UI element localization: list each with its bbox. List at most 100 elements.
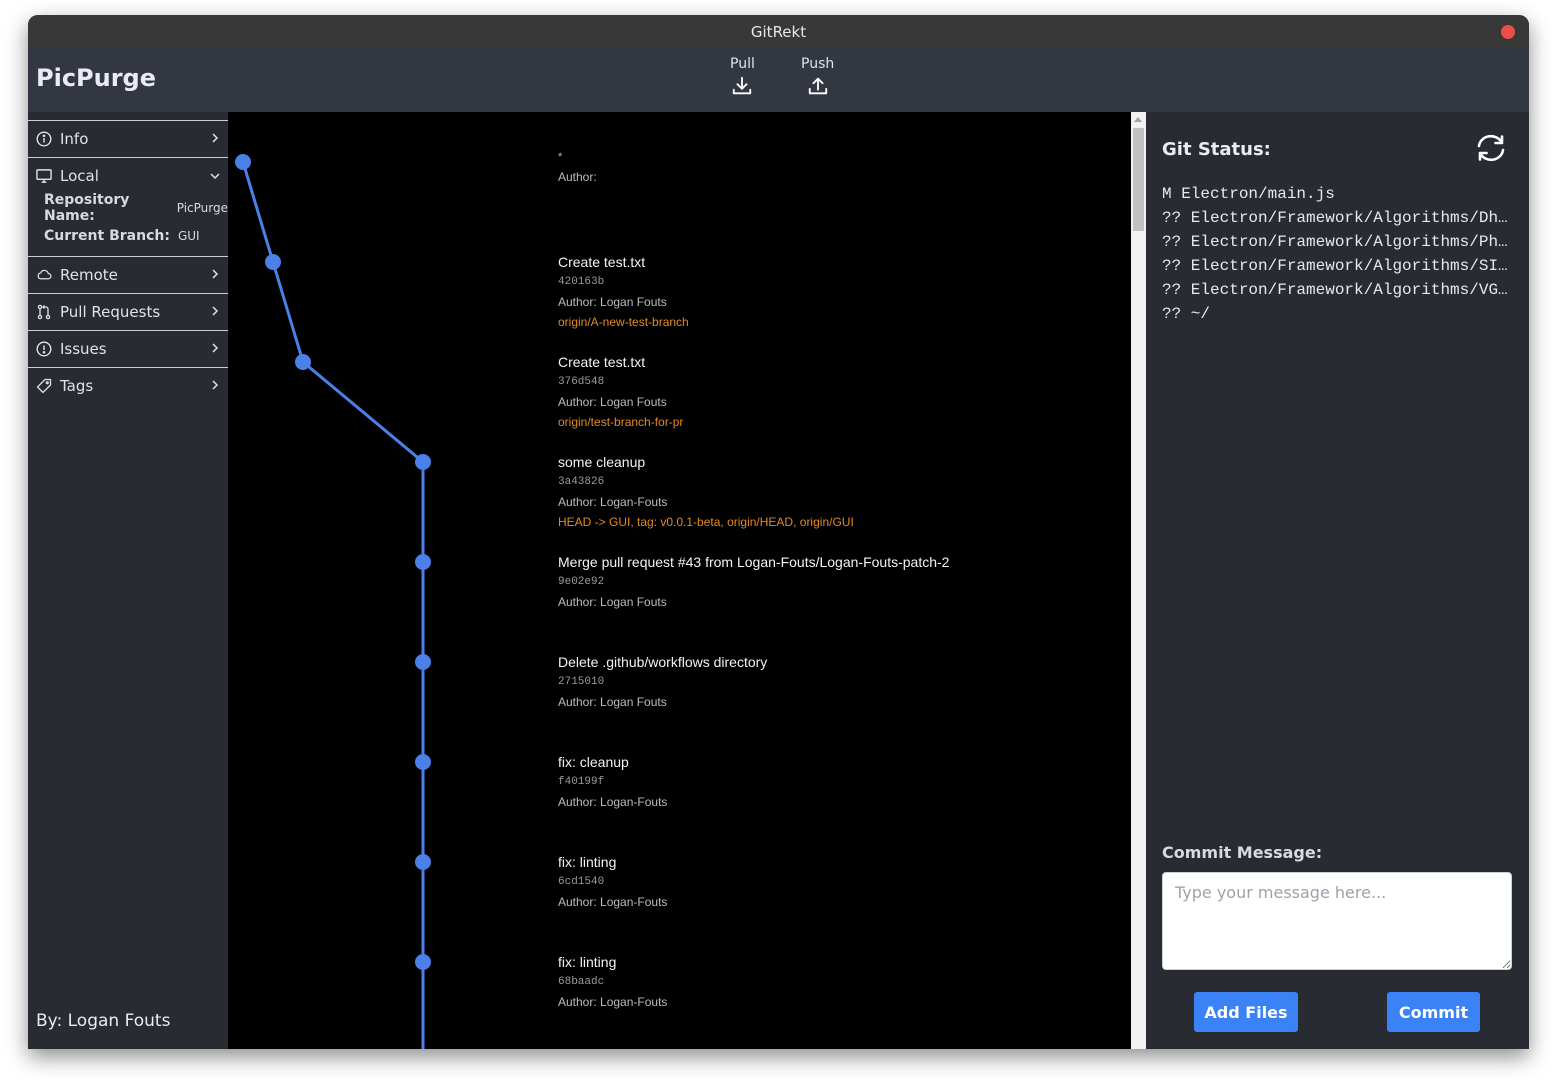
sidebar-item-label: Issues [60, 340, 107, 358]
current-branch-row: Current Branch: GUI [44, 222, 228, 250]
pull-request-icon [36, 304, 52, 320]
commit-message: Create test.txt [558, 354, 646, 370]
cloud-icon [36, 267, 52, 283]
git-status-title: Git Status: [1162, 139, 1271, 160]
sidebar: Info Local Repository Name: PicPurge Cur… [28, 112, 228, 1049]
sidebar-item-local[interactable]: Local [28, 157, 228, 194]
repo-title: PicPurge [36, 64, 157, 92]
commit-node[interactable] [415, 854, 431, 870]
commit-entry[interactable]: some cleanup 3a43826 Author: Logan-Fouts HE… [558, 452, 1118, 532]
status-line: ?? Electron/Framework/Algorithms/VG… [1162, 281, 1508, 299]
commit-hash: 2715010 [558, 676, 605, 688]
push-button[interactable]: Push [801, 56, 834, 97]
repository-name-row: Repository Name: PicPurge [44, 192, 228, 224]
commit-message: Create test.txt [558, 254, 646, 270]
commit-message-label: Commit Message: [1162, 843, 1323, 862]
chevron-right-icon [212, 269, 219, 279]
commit-entry[interactable]: Delete .github/workflows directory 271501… [558, 652, 1118, 712]
repository-name-value: PicPurge [176, 201, 228, 215]
commit-entry[interactable]: Create test.txt 420163b Author: Logan Fout… [558, 252, 1118, 332]
commit-hash: 68baadc [558, 976, 605, 988]
status-line: ?? ~/ [1162, 305, 1211, 323]
pull-button[interactable]: Pull [730, 56, 755, 97]
commit-author: Author: Logan-Fouts [558, 495, 668, 509]
commit-node[interactable] [265, 254, 281, 270]
commit-graph-panel[interactable]: * Author: Create test.txt 420163b Author: Lo… [228, 112, 1131, 1049]
commit-author: Author: Logan Fouts [558, 395, 667, 409]
close-window-button[interactable] [1501, 25, 1515, 39]
scroll-thumb[interactable] [1133, 128, 1144, 231]
commit-message: Merge pull request #43 from Logan-Fouts/… [558, 554, 950, 570]
commit-hash: 420163b [558, 276, 605, 288]
current-branch-label: Current Branch: [44, 228, 170, 244]
commit-entry[interactable]: * Author: [558, 147, 1118, 187]
commit-author: Author: [558, 170, 597, 184]
status-line: M Electron/main.js [1162, 185, 1335, 203]
status-line: ?? Electron/Framework/Algorithms/Dh… [1162, 209, 1508, 227]
chevron-right-icon [212, 306, 219, 316]
sidebar-item-label: Remote [60, 266, 118, 284]
current-branch-value: GUI [177, 229, 200, 243]
git-status-panel: Git Status: M Electron/main.js ?? Electro… [1146, 112, 1529, 1049]
pull-label: Pull [730, 56, 755, 72]
status-line: ?? Electron/Framework/Algorithms/SI… [1162, 257, 1508, 275]
sidebar-item-label: Pull Requests [60, 303, 161, 321]
info-circle-icon [36, 131, 52, 147]
commit-node[interactable] [415, 454, 431, 470]
commit-refs: HEAD -> GUI, tag: v0.0.1-beta, origin/HE… [558, 515, 854, 529]
commit-author: Author: Logan Fouts [558, 295, 667, 309]
refresh-icon [1477, 134, 1505, 162]
chevron-right-icon [212, 343, 219, 353]
commit-author: Author: Logan-Fouts [558, 995, 668, 1009]
commit-hash: 9e02e92 [558, 576, 605, 588]
sidebar-item-tags[interactable]: Tags [28, 367, 228, 404]
window-title: GitRekt [750, 22, 807, 41]
app-window: GitRekt PicPurge Pull Push Info Local Re… [28, 15, 1529, 1049]
sidebar-item-info[interactable]: Info [28, 120, 228, 157]
commit-entry[interactable]: Create test.txt 376d548 Author: Logan Fout… [558, 352, 1118, 432]
sidebar-item-label: Tags [60, 377, 94, 395]
graph-edge [302, 360, 424, 464]
sidebar-item-label: Local [60, 167, 99, 185]
graph-scrollbar[interactable] [1131, 112, 1146, 1049]
monitor-icon [36, 168, 52, 184]
commit-node[interactable] [295, 354, 311, 370]
commit-hash: 6cd1540 [558, 876, 605, 888]
commit-entry[interactable]: fix: cleanup f40199f Author: Logan-Fouts [558, 752, 1118, 812]
commit-message-input[interactable] [1162, 872, 1512, 970]
commit-node[interactable] [235, 154, 251, 170]
commit-entry[interactable]: fix: linting 68baadc Author: Logan-Fouts [558, 952, 1118, 1012]
commit-node[interactable] [415, 654, 431, 670]
download-icon [733, 76, 752, 95]
graph-edge [271, 261, 305, 363]
commit-message: fix: linting [558, 954, 617, 970]
chevron-right-icon [212, 380, 219, 390]
add-files-button[interactable]: Add Files [1194, 992, 1298, 1032]
commit-author: Author: Logan-Fouts [558, 895, 668, 909]
commit-author: Author: Logan-Fouts [558, 795, 668, 809]
scroll-up-arrow-icon[interactable] [1134, 117, 1142, 122]
refresh-button[interactable] [1473, 132, 1509, 169]
app-header: PicPurge Pull Push [28, 48, 1529, 112]
title-bar: GitRekt [28, 15, 1529, 48]
commit-message: fix: linting [558, 854, 617, 870]
commit-entry[interactable]: fix: linting 6cd1540 Author: Logan-Fouts [558, 852, 1118, 912]
commit-node[interactable] [415, 754, 431, 770]
commit-author: Author: Logan Fouts [558, 695, 667, 709]
alert-circle-icon [36, 341, 52, 357]
commit-node[interactable] [415, 554, 431, 570]
sidebar-item-issues[interactable]: Issues [28, 330, 228, 367]
commit-entry[interactable]: Merge pull request #43 from Logan-Fouts/… [558, 552, 1118, 612]
graph-edge [241, 161, 275, 263]
commit-message: fix: cleanup [558, 754, 629, 770]
commit-author: Author: Logan Fouts [558, 595, 667, 609]
author-byline: By: Logan Fouts [36, 1011, 171, 1031]
status-line: ?? Electron/Framework/Algorithms/Ph… [1162, 233, 1508, 251]
sidebar-item-pull-requests[interactable]: Pull Requests [28, 293, 228, 330]
chevron-down-icon [210, 173, 220, 180]
commit-button[interactable]: Commit [1387, 992, 1480, 1032]
push-label: Push [801, 56, 835, 72]
commit-node[interactable] [415, 954, 431, 970]
sidebar-item-remote[interactable]: Remote [28, 256, 228, 293]
commit-message: some cleanup [558, 454, 646, 470]
